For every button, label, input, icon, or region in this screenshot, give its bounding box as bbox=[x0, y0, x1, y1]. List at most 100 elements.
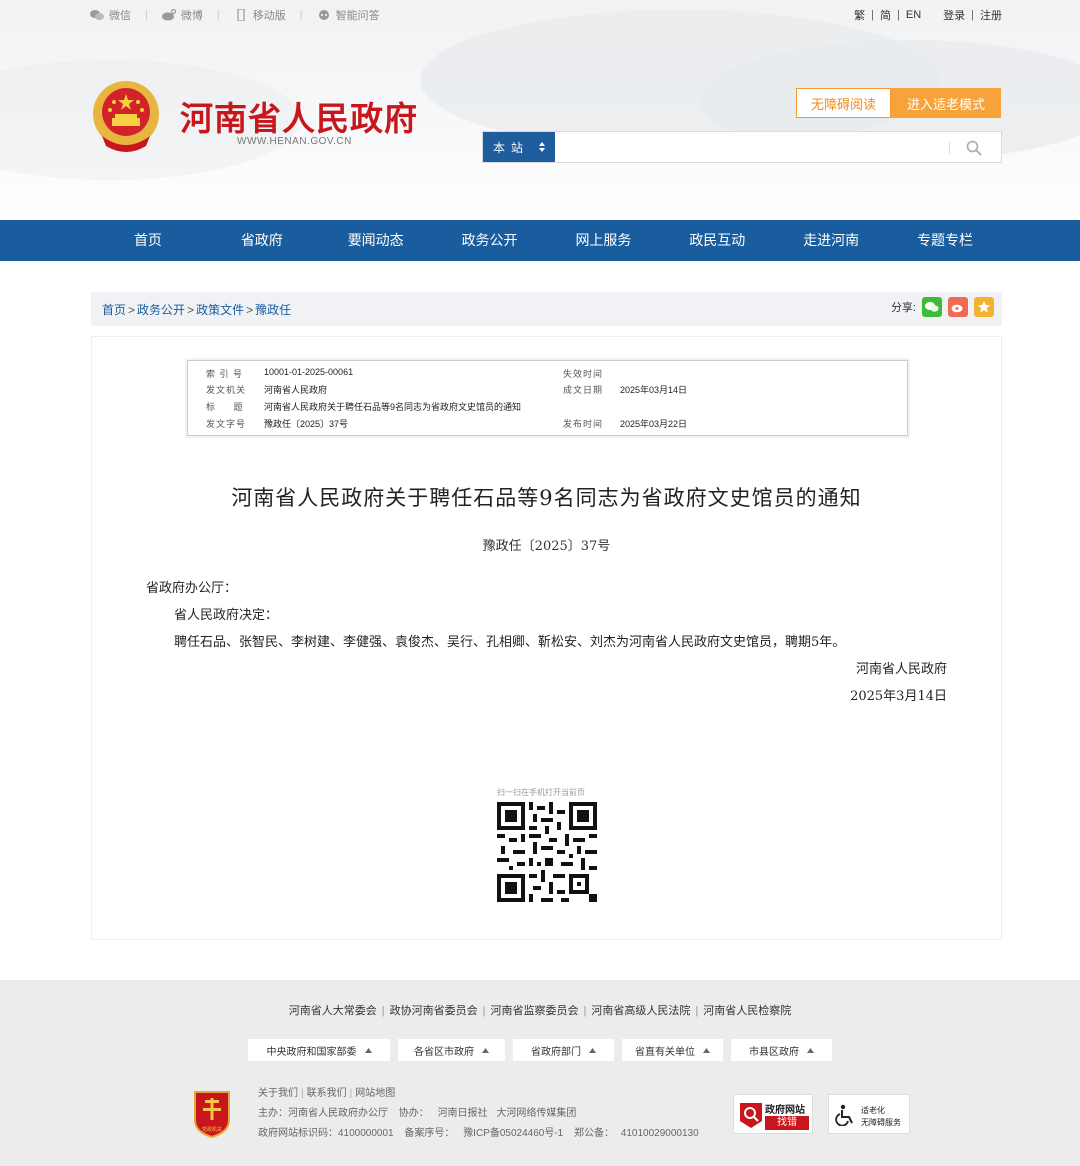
document-title: 河南省人民政府关于聘任石品等9名同志为省政府文史馆员的通知 bbox=[231, 486, 862, 510]
badge-title: 政府网站 bbox=[765, 1105, 805, 1116]
footer-icp-value[interactable]: 豫ICP备05024460号-1 bbox=[463, 1128, 563, 1139]
site-name[interactable]: 河南省人民政府 bbox=[180, 92, 418, 140]
accessibility-buttons: 无障碍阅读 进入适老模式 bbox=[796, 88, 1001, 118]
caret-up-icon bbox=[807, 1047, 814, 1053]
breadcrumb-item[interactable]: 政务公开 bbox=[137, 303, 185, 317]
document-paragraph: 聘任石品、张智民、李树建、李健强、袁俊杰、吴行、孔相卿、靳松安、刘杰为河南省人民… bbox=[174, 635, 846, 650]
footer-info-link[interactable]: 关于我们 bbox=[258, 1088, 298, 1099]
divider: | bbox=[145, 9, 148, 21]
divider: | bbox=[871, 9, 874, 21]
aging-accessibility-badge[interactable]: 适老化 无障碍服务 bbox=[828, 1094, 910, 1134]
weibo-share-icon[interactable] bbox=[948, 297, 968, 317]
breadcrumb-item[interactable]: 豫政任 bbox=[255, 303, 291, 317]
document-paragraph: 省人民政府决定： bbox=[174, 608, 279, 623]
dropdown-cities[interactable]: 市县区政府 bbox=[731, 1039, 832, 1061]
divider: | bbox=[299, 9, 303, 21]
dropdown-provinces[interactable]: 各省区市政府 bbox=[398, 1039, 505, 1061]
dropdown-units[interactable]: 省直有关单位 bbox=[622, 1039, 723, 1061]
gov-site-error-badge[interactable]: 政府网站 找错 bbox=[733, 1094, 813, 1134]
dropdown-departments[interactable]: 省政府部门 bbox=[513, 1039, 614, 1061]
wechat-link[interactable]: 微信 bbox=[90, 7, 131, 23]
register-link[interactable]: 注册 bbox=[980, 7, 1002, 23]
dropdown-label: 各省区市政府 bbox=[414, 1046, 474, 1058]
footer-cohost-label: 协办： bbox=[398, 1108, 429, 1119]
robot-icon bbox=[318, 10, 329, 20]
qr-caption: 扫一扫在手机打开当前页 bbox=[497, 788, 585, 797]
footer-link[interactable]: 河南省人大常委会 bbox=[289, 1005, 377, 1017]
document-signature: 河南省人民政府 bbox=[855, 662, 947, 677]
meta-title-label: 标 题 bbox=[206, 402, 244, 412]
meta-issuer-label: 发文机关 bbox=[206, 385, 247, 395]
search-scope-select[interactable]: 本站 bbox=[483, 132, 555, 162]
search-input[interactable] bbox=[559, 132, 949, 162]
breadcrumb-item[interactable]: 政策文件 bbox=[196, 303, 244, 317]
nav-news[interactable]: 要闻动态 bbox=[319, 220, 433, 261]
footer-link[interactable]: 河南省人民检察院 bbox=[703, 1005, 791, 1017]
footer-info-link[interactable]: 联系我们 bbox=[307, 1088, 347, 1099]
weibo-label: 微博 bbox=[180, 10, 203, 22]
party-government-badge[interactable]: 党政机关 bbox=[191, 1090, 233, 1138]
meta-index-value: 10001-01-2025-00061 bbox=[264, 367, 354, 377]
lang-simplified[interactable]: 简 bbox=[880, 7, 891, 23]
updown-arrow-icon bbox=[539, 142, 545, 152]
document-number: 豫政任〔2025〕37号 bbox=[482, 539, 611, 554]
meta-docno-label: 发文字号 bbox=[206, 419, 247, 429]
site-url: WWW.HENAN.GOV.CN bbox=[237, 136, 352, 147]
document-metadata-table: 索 引 号 10001-01-2025-00061 失效时间 发文机关 河南省人… bbox=[187, 360, 908, 436]
badge-subtitle: 找错 bbox=[765, 1116, 809, 1130]
nav-gov-affairs[interactable]: 政务公开 bbox=[433, 220, 547, 261]
lang-english[interactable]: EN bbox=[906, 9, 921, 21]
top-bar: 微信 | 微博 | 移动版 | 智能问答 繁 | 简 | EN 登录 | 注册 bbox=[90, 7, 1002, 25]
meta-publish-label: 发布时间 bbox=[563, 419, 604, 429]
nav-online-services[interactable]: 网上服务 bbox=[547, 220, 661, 261]
login-link[interactable]: 登录 bbox=[943, 7, 965, 23]
breadcrumb-item[interactable]: 首页 bbox=[102, 303, 126, 317]
footer-host: 主办：河南省人民政府办公厅 bbox=[258, 1108, 388, 1119]
breadcrumb-links: 首页 > 政务公开 > 政策文件 > 豫政任 bbox=[102, 303, 292, 317]
dropdown-label: 市县区政府 bbox=[749, 1046, 799, 1058]
footer-site-id: 政府网站标识码：4100000001 bbox=[258, 1128, 394, 1139]
wechat-icon bbox=[90, 10, 104, 20]
nav-about-henan[interactable]: 走进河南 bbox=[774, 220, 888, 261]
document-date: 2025年3月14日 bbox=[850, 689, 947, 704]
nav-home[interactable]: 首页 bbox=[91, 220, 205, 261]
elder-mode-button[interactable]: 进入适老模式 bbox=[891, 88, 1001, 118]
footer-link[interactable]: 政协河南省委员会 bbox=[390, 1005, 478, 1017]
caret-up-icon bbox=[482, 1047, 489, 1053]
meta-index-label: 索 引 号 bbox=[206, 369, 244, 379]
divider: | bbox=[971, 9, 974, 21]
nav-topics[interactable]: 专题专栏 bbox=[888, 220, 1002, 261]
footer-police-label: 郑公备： bbox=[574, 1128, 615, 1139]
caret-up-icon bbox=[589, 1047, 596, 1053]
footer-link[interactable]: 河南省监察委员会 bbox=[491, 1005, 579, 1017]
badge-subtitle: 无障碍服务 bbox=[861, 1118, 901, 1127]
qa-link[interactable]: 智能问答 bbox=[317, 7, 380, 23]
share-label: 分享: bbox=[890, 302, 916, 314]
search-icon[interactable] bbox=[965, 139, 983, 157]
magnifier-icon bbox=[740, 1103, 762, 1128]
accessible-reading-button[interactable]: 无障碍阅读 bbox=[796, 88, 891, 118]
nav-interaction[interactable]: 政民互动 bbox=[660, 220, 774, 261]
wechat-label: 微信 bbox=[109, 10, 131, 22]
mobile-icon bbox=[237, 9, 245, 21]
nav-government[interactable]: 省政府 bbox=[205, 220, 319, 261]
footer-cohost-1[interactable]: 河南日报社 bbox=[438, 1108, 488, 1119]
favorite-star-icon[interactable] bbox=[974, 297, 994, 317]
lang-traditional[interactable]: 繁 bbox=[854, 7, 865, 23]
national-emblem-logo[interactable] bbox=[92, 80, 160, 154]
divider bbox=[949, 142, 950, 154]
footer-police-value[interactable]: 41010029000130 bbox=[621, 1128, 699, 1139]
weibo-link[interactable]: 微博 bbox=[161, 7, 203, 23]
wechat-share-icon[interactable] bbox=[922, 297, 942, 317]
meta-issuer-value: 河南省人民政府 bbox=[264, 385, 328, 395]
footer-cohost-2[interactable]: 大河网络传媒集团 bbox=[496, 1108, 576, 1119]
mobile-link[interactable]: 移动版 bbox=[234, 7, 286, 23]
divider: | bbox=[216, 9, 220, 21]
divider: | bbox=[897, 9, 900, 21]
dropdown-central-gov[interactable]: 中央政府和国家部委 bbox=[248, 1039, 390, 1061]
meta-docno-value: 豫政任〔2025〕37号 bbox=[264, 419, 349, 429]
footer-info-link[interactable]: 网站地图 bbox=[355, 1088, 395, 1099]
wheelchair-icon bbox=[835, 1104, 853, 1126]
site-footer: 河南省人大常委会 | 政协河南省委员会 | 河南省监察委员会 | 河南省高级人民法院 | 河南省… bbox=[0, 980, 1080, 1166]
footer-link[interactable]: 河南省高级人民法院 bbox=[591, 1005, 690, 1017]
